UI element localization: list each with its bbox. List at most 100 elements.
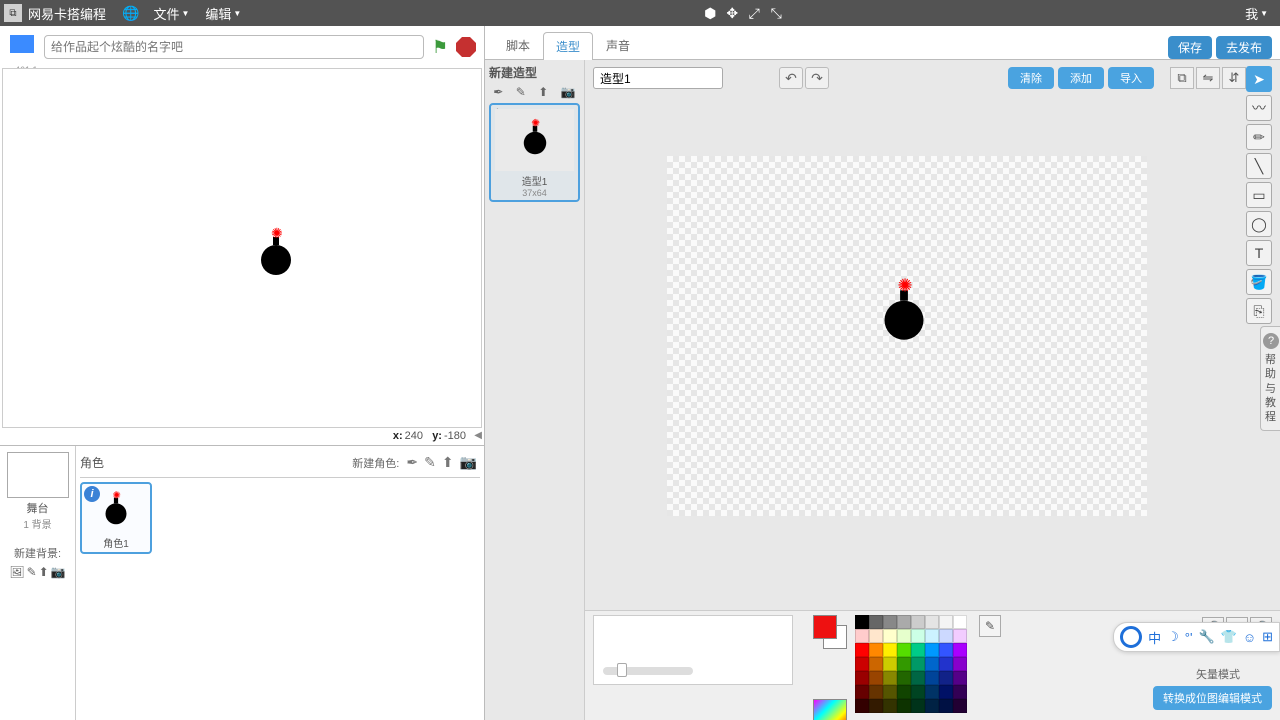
palette-color[interactable] bbox=[939, 699, 953, 713]
ime-grid-icon[interactable]: ⊞ bbox=[1262, 629, 1273, 645]
green-flag-icon[interactable]: ⚑ bbox=[432, 37, 452, 57]
publish-button[interactable]: 去发布 bbox=[1216, 36, 1272, 59]
palette-color[interactable] bbox=[939, 643, 953, 657]
convert-mode-button[interactable]: 转换成位图编辑模式 bbox=[1153, 686, 1272, 710]
palette-color[interactable] bbox=[883, 699, 897, 713]
flip-v-icon[interactable]: ⇵ bbox=[1222, 67, 1246, 89]
brush-size-slider[interactable] bbox=[603, 667, 693, 675]
ime-punct-icon[interactable]: °' bbox=[1185, 630, 1193, 645]
palette-color[interactable] bbox=[939, 685, 953, 699]
backdrop-upload-icon[interactable]: ⬆ bbox=[39, 565, 49, 579]
palette-color[interactable] bbox=[925, 671, 939, 685]
color-gradient-picker[interactable] bbox=[813, 699, 847, 720]
palette-color[interactable] bbox=[939, 671, 953, 685]
palette-color[interactable] bbox=[855, 615, 869, 629]
palette-color[interactable] bbox=[911, 699, 925, 713]
palette-color[interactable] bbox=[855, 643, 869, 657]
palette-color[interactable] bbox=[953, 657, 967, 671]
palette-color[interactable] bbox=[925, 615, 939, 629]
palette-color[interactable] bbox=[869, 643, 883, 657]
tool-select-icon[interactable]: ➤ bbox=[1246, 66, 1272, 92]
crop-icon[interactable]: ⧉ bbox=[1170, 67, 1194, 89]
coords-arrow-icon[interactable]: ◀ bbox=[474, 430, 482, 441]
sprite-camera-icon[interactable]: 📷 bbox=[460, 454, 477, 471]
tool-text-icon[interactable]: T bbox=[1246, 240, 1272, 266]
palette-color[interactable] bbox=[883, 657, 897, 671]
palette-color[interactable] bbox=[925, 657, 939, 671]
palette-color[interactable] bbox=[855, 699, 869, 713]
ime-settings-icon[interactable]: 🔧 bbox=[1198, 629, 1214, 645]
palette-color[interactable] bbox=[883, 629, 897, 643]
undo-button[interactable]: ↶ bbox=[779, 67, 803, 89]
canvas-sprite-bomb[interactable]: ✺ bbox=[885, 290, 924, 339]
ime-skin-icon[interactable]: 👕 bbox=[1221, 629, 1237, 645]
palette-color[interactable] bbox=[939, 615, 953, 629]
palette-color[interactable] bbox=[883, 685, 897, 699]
tool-duplicate-icon[interactable]: ⎘ bbox=[1246, 298, 1272, 324]
backdrop-paint-icon[interactable]: ✎ bbox=[27, 565, 37, 579]
eyedropper-icon[interactable]: ✎ bbox=[979, 615, 1001, 637]
color-swatch-primary[interactable] bbox=[813, 615, 847, 649]
palette-color[interactable] bbox=[855, 657, 869, 671]
sprite-upload-icon[interactable]: ⬆ bbox=[442, 454, 454, 471]
palette-color[interactable] bbox=[897, 671, 911, 685]
tool-line-icon[interactable]: ╲ bbox=[1246, 153, 1272, 179]
palette-color[interactable] bbox=[911, 685, 925, 699]
backdrop-library-icon[interactable]: 🖼 bbox=[9, 565, 24, 579]
shrink-icon[interactable]: ⤡ bbox=[765, 2, 787, 24]
palette-color[interactable] bbox=[855, 671, 869, 685]
palette-color[interactable] bbox=[897, 699, 911, 713]
ime-emoji-icon[interactable]: ☺ bbox=[1243, 630, 1256, 645]
palette-color[interactable] bbox=[897, 643, 911, 657]
palette-color[interactable] bbox=[925, 629, 939, 643]
color-palette[interactable] bbox=[855, 615, 967, 713]
palette-color[interactable] bbox=[925, 643, 939, 657]
sprite-info-icon[interactable]: i bbox=[84, 486, 100, 502]
tab-costumes[interactable]: 造型 bbox=[543, 32, 593, 60]
clear-button[interactable]: 清除 bbox=[1008, 67, 1054, 89]
ime-lang[interactable]: 中 bbox=[1148, 628, 1161, 647]
palette-color[interactable] bbox=[939, 629, 953, 643]
palette-color[interactable] bbox=[869, 699, 883, 713]
costume-card[interactable]: 1 ✺ 造型1 37x64 bbox=[489, 103, 580, 202]
palette-color[interactable] bbox=[953, 629, 967, 643]
palette-color[interactable] bbox=[911, 671, 925, 685]
palette-color[interactable] bbox=[883, 643, 897, 657]
tool-pencil-icon[interactable]: ✏ bbox=[1246, 124, 1272, 150]
palette-color[interactable] bbox=[953, 671, 967, 685]
stage-thumbnail[interactable] bbox=[7, 452, 69, 498]
paint-canvas[interactable]: ✺ bbox=[593, 100, 1240, 606]
palette-color[interactable] bbox=[953, 643, 967, 657]
palette-color[interactable] bbox=[897, 685, 911, 699]
palette-color[interactable] bbox=[869, 629, 883, 643]
stage-mode-icon[interactable]: v461.1 bbox=[4, 31, 40, 63]
sprite-card[interactable]: i ✺ 角色1 bbox=[80, 482, 152, 554]
palette-color[interactable] bbox=[869, 671, 883, 685]
palette-color[interactable] bbox=[869, 685, 883, 699]
menu-edit[interactable]: 编辑▼ bbox=[205, 4, 241, 23]
grow-icon[interactable]: ✥ bbox=[721, 2, 743, 24]
stamp-icon[interactable]: ⬢ bbox=[699, 2, 721, 24]
palette-color[interactable] bbox=[939, 657, 953, 671]
palette-color[interactable] bbox=[911, 615, 925, 629]
project-name-input[interactable] bbox=[44, 35, 424, 59]
sprite-library-icon[interactable]: ✒ bbox=[406, 454, 418, 471]
help-tab[interactable]: ? 帮助与教程 bbox=[1260, 326, 1280, 431]
tool-ellipse-icon[interactable]: ◯ bbox=[1246, 211, 1272, 237]
costume-library-icon[interactable]: ✒ bbox=[493, 85, 503, 99]
palette-color[interactable] bbox=[897, 657, 911, 671]
palette-color[interactable] bbox=[855, 629, 869, 643]
costume-camera-icon[interactable]: 📷 bbox=[561, 85, 576, 99]
costume-paint-icon[interactable]: ✎ bbox=[516, 85, 526, 99]
palette-color[interactable] bbox=[911, 643, 925, 657]
menu-me[interactable]: 我▼ bbox=[1245, 4, 1268, 23]
palette-color[interactable] bbox=[925, 685, 939, 699]
tool-rect-icon[interactable]: ▭ bbox=[1246, 182, 1272, 208]
palette-color[interactable] bbox=[869, 657, 883, 671]
palette-color[interactable] bbox=[925, 699, 939, 713]
palette-color[interactable] bbox=[911, 629, 925, 643]
costume-upload-icon[interactable]: ⬆ bbox=[538, 85, 548, 99]
stage-canvas[interactable]: ✺ bbox=[2, 68, 482, 428]
flip-h-icon[interactable]: ⇋ bbox=[1196, 67, 1220, 89]
tab-scripts[interactable]: 脚本 bbox=[493, 31, 543, 59]
